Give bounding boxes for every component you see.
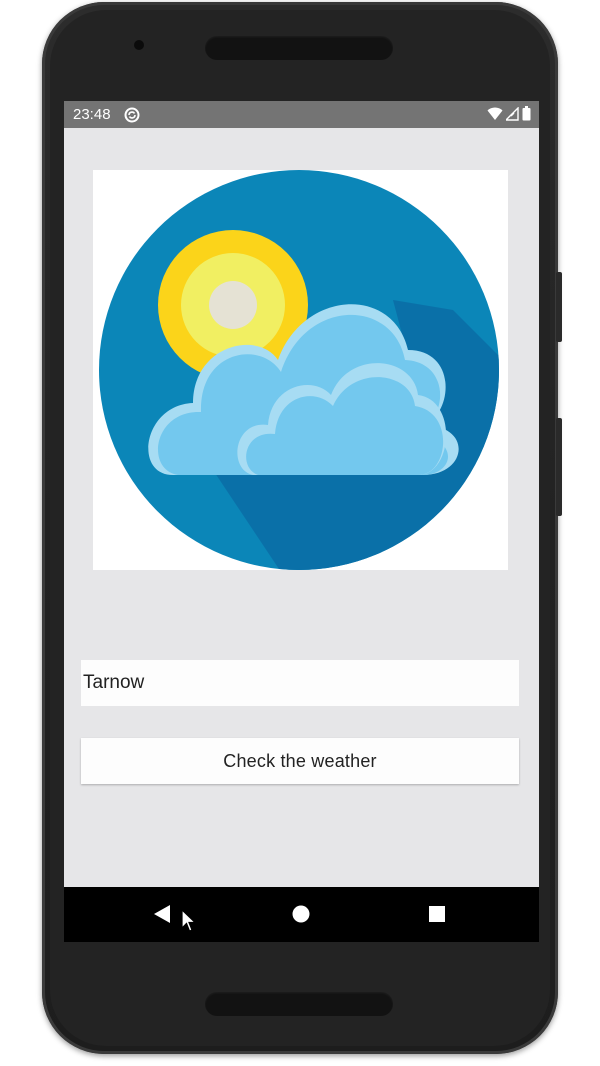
weather-image [93, 170, 508, 570]
bottom-speaker [205, 992, 393, 1016]
navigation-bar [64, 887, 539, 942]
volume-button [556, 272, 562, 342]
wifi-icon [487, 107, 503, 120]
phone-screen: 23:48 Tarnow Check the weather [64, 101, 539, 942]
top-speaker [205, 36, 393, 60]
mouse-cursor-icon [181, 909, 197, 932]
recents-icon[interactable] [427, 903, 447, 925]
notification-sync-icon [124, 107, 140, 123]
weather-cloud-sun-icon [99, 170, 499, 570]
battery-icon [522, 106, 531, 121]
power-button [556, 418, 562, 516]
city-input[interactable] [81, 660, 519, 706]
status-bar: 23:48 [64, 101, 539, 128]
front-camera [134, 40, 144, 50]
status-icons [487, 106, 531, 121]
home-icon[interactable] [291, 903, 311, 925]
status-time: 23:48 [73, 106, 111, 123]
check-weather-button[interactable]: Check the weather [81, 738, 519, 784]
back-icon[interactable] [152, 903, 172, 925]
signal-icon [506, 106, 519, 121]
